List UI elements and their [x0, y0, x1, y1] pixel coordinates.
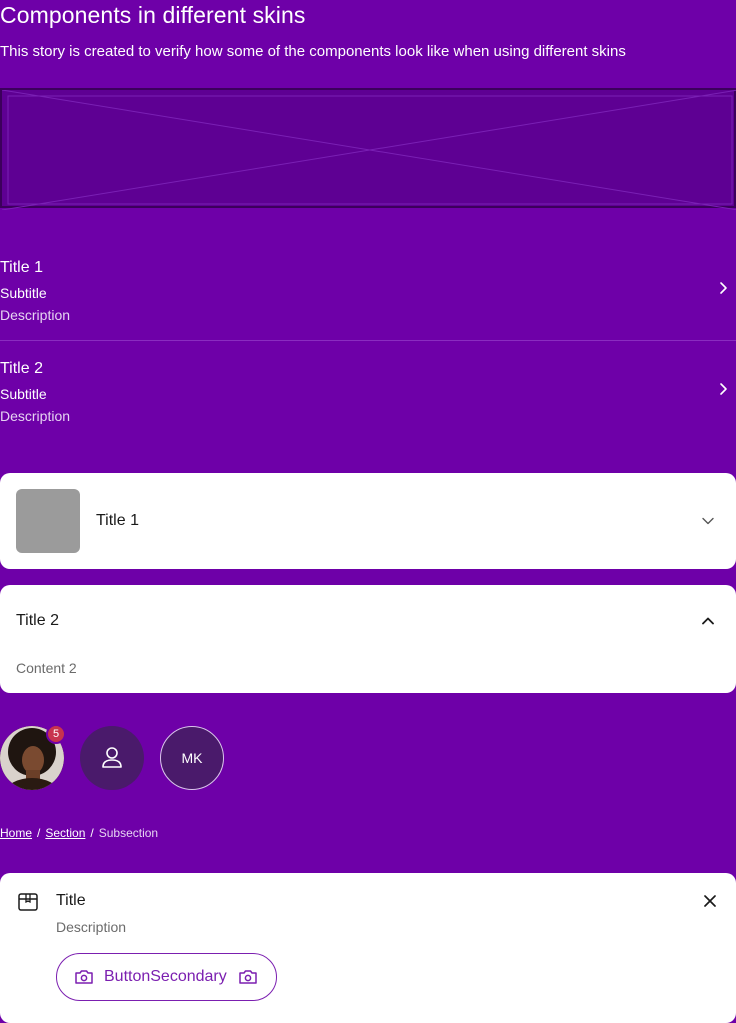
- chevron-up-icon[interactable]: [702, 617, 714, 625]
- breadcrumb-separator: /: [90, 826, 94, 840]
- accordion-thumbnail: [16, 489, 80, 553]
- page-title: Components in different skins: [0, 2, 306, 28]
- callout-description: Description: [56, 919, 127, 935]
- notification-badge: 5: [46, 724, 66, 744]
- placeholder-cross-icon: [2, 90, 736, 210]
- close-icon[interactable]: [704, 895, 716, 907]
- breadcrumb: Home / Section / Subsection: [0, 826, 158, 840]
- breadcrumb-link-section[interactable]: Section: [45, 826, 85, 840]
- image-placeholder: [0, 88, 736, 210]
- accordion-content: Content 2: [16, 660, 77, 676]
- list-row-1[interactable]: Title 1 Subtitle Description: [0, 259, 736, 359]
- callout: Title Description ButtonSecondary: [0, 873, 736, 1023]
- accordion-item-2[interactable]: Title 2 Content 2: [0, 585, 736, 693]
- chevron-down-icon[interactable]: [702, 517, 714, 525]
- page-description: This story is created to verify how some…: [0, 43, 626, 60]
- accordion-item-1[interactable]: Title 1: [0, 473, 736, 569]
- callout-title: Title: [56, 892, 86, 909]
- row-divider: [0, 340, 736, 341]
- avatar-initials-text: MK: [181, 750, 203, 766]
- camera-icon: [75, 970, 93, 984]
- breadcrumb-current: Subsection: [98, 826, 159, 840]
- secondary-button-label: ButtonSecondary: [104, 968, 227, 985]
- breadcrumb-link-home[interactable]: Home: [0, 826, 32, 840]
- row-description: Description: [0, 408, 71, 424]
- accordion-title: Title 1: [96, 512, 139, 529]
- row-description: Description: [0, 307, 71, 323]
- breadcrumb-separator: /: [37, 826, 41, 840]
- avatar-icon: [80, 726, 144, 790]
- row-subtitle: Subtitle: [0, 285, 47, 301]
- row-subtitle: Subtitle: [0, 386, 47, 402]
- avatar-photo: 5: [0, 724, 66, 790]
- avatar-initials: MK: [160, 726, 224, 790]
- camera-icon: [239, 970, 257, 984]
- box-icon: [18, 893, 38, 911]
- accordion-title: Title 2: [16, 612, 59, 629]
- chevron-right-icon: [720, 282, 727, 294]
- row-title: Title 2: [0, 360, 43, 377]
- secondary-button[interactable]: ButtonSecondary: [56, 953, 277, 1001]
- list-row-2[interactable]: Title 2 Subtitle Description: [0, 360, 736, 460]
- chevron-right-icon: [720, 383, 727, 395]
- user-icon: [102, 747, 122, 768]
- row-title: Title 1: [0, 259, 43, 276]
